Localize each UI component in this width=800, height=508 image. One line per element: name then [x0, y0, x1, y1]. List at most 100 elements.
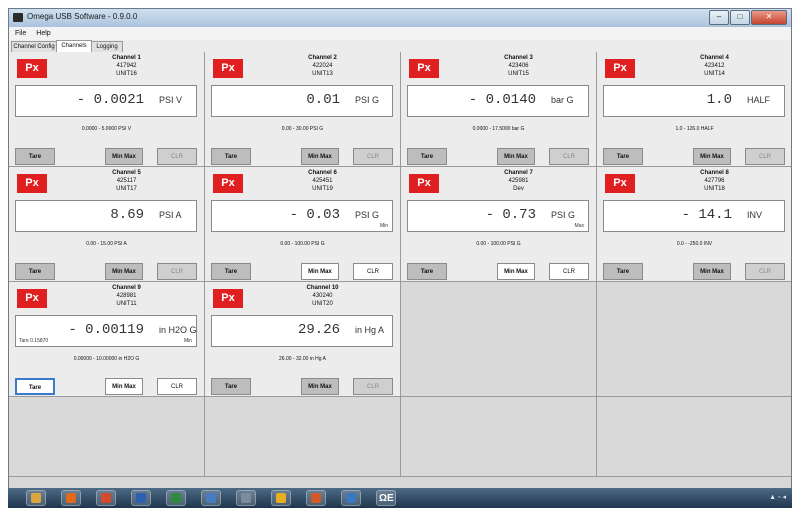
min-max-button[interactable]: Min Max: [497, 263, 535, 280]
media-player-icon[interactable]: [61, 490, 81, 506]
tare-button[interactable]: Tare: [15, 148, 55, 165]
reading-value: 0.01: [306, 92, 340, 108]
network-icon[interactable]: [201, 490, 221, 506]
tare-button[interactable]: Tare: [407, 148, 447, 165]
min-max-button[interactable]: Min Max: [301, 263, 339, 280]
monitor-glyph: [346, 493, 356, 503]
excel-icon[interactable]: [166, 490, 186, 506]
clr-button[interactable]: CLR: [745, 148, 785, 165]
app-icon: [13, 13, 23, 22]
clr-button[interactable]: CLR: [549, 148, 589, 165]
channel-unit-id: UNIT18: [704, 186, 725, 192]
reading-unit: in H2O G: [159, 325, 197, 335]
channel-serial: 425451: [312, 178, 333, 184]
channel-serial: 430240: [312, 293, 333, 299]
min-max-button[interactable]: Min Max: [301, 148, 339, 165]
menu-file[interactable]: File: [15, 27, 26, 40]
channel-serial: 417942: [116, 63, 137, 69]
channel-panel: Px Channel 7 425981 Dev - 0.73 PSI G Max 0.00 -…: [401, 167, 597, 282]
channel-title: Channel 3: [504, 55, 533, 61]
reading-unit: PSI V: [159, 95, 183, 105]
clr-button[interactable]: CLR: [549, 263, 589, 280]
reading-display: - 0.0140 bar G: [407, 85, 589, 117]
tare-button[interactable]: Tare: [603, 148, 643, 165]
min-max-button[interactable]: Min Max: [693, 148, 731, 165]
reading-value: - 14.1: [681, 207, 732, 223]
title-bar[interactable]: Omega USB Software - 0.9.0.0 – □ ✕: [9, 9, 791, 27]
min-max-button[interactable]: Min Max: [105, 148, 143, 165]
word-icon[interactable]: [131, 490, 151, 506]
clr-button[interactable]: CLR: [157, 378, 197, 395]
channel-serial: 425981: [508, 178, 529, 184]
channel-range: 26.00 - 32.00 in Hg A: [279, 356, 326, 362]
channel-panel: Px Channel 5 425117 UNIT17 8.69 PSI A 0.00 - 1…: [9, 167, 205, 282]
tab-logging[interactable]: Logging: [91, 41, 123, 52]
tab-channel-config[interactable]: Channel Config: [11, 41, 57, 52]
channel-header: Channel 6 425451 UNIT19: [245, 169, 400, 193]
channel-unit-id: UNIT19: [312, 186, 333, 192]
channel-title: Channel 1: [112, 55, 141, 61]
empty-channel-slot: [401, 397, 597, 477]
tare-button[interactable]: Tare: [211, 148, 251, 165]
channel-header: Channel 2 422024 UNIT13: [245, 54, 400, 78]
chrome-glyph: [101, 493, 111, 503]
tare-button[interactable]: Tare: [407, 263, 447, 280]
channel-header: Channel 5 425117 UNIT17: [49, 169, 204, 193]
channel-title: Channel 5: [112, 170, 141, 176]
paint-icon[interactable]: [271, 490, 291, 506]
maximize-button[interactable]: □: [730, 10, 750, 25]
reading-value: 1.0: [706, 92, 732, 108]
clr-button[interactable]: CLR: [157, 263, 197, 280]
channel-range: 0.0000 - 17.5000 bar G: [472, 126, 525, 132]
min-max-button[interactable]: Min Max: [105, 263, 143, 280]
window-title: Omega USB Software - 0.9.0.0: [27, 12, 138, 21]
disk-icon[interactable]: [236, 490, 256, 506]
clr-button[interactable]: CLR: [157, 148, 197, 165]
clr-button[interactable]: CLR: [353, 148, 393, 165]
minmax-flag: Min: [183, 338, 192, 344]
window-controls: – □ ✕: [709, 10, 787, 25]
excel-glyph: [171, 493, 181, 503]
channel-serial: 425117: [116, 178, 137, 184]
min-max-button[interactable]: Min Max: [301, 378, 339, 395]
media-player-glyph: [66, 493, 76, 503]
chrome-icon[interactable]: [96, 490, 116, 506]
menu-help[interactable]: Help: [36, 27, 50, 40]
minimize-button[interactable]: –: [709, 10, 729, 25]
channel-title: Channel 2: [308, 55, 337, 61]
reading-unit: HALF: [747, 95, 771, 105]
folder-icon[interactable]: [26, 490, 46, 506]
reading-unit: bar G: [551, 95, 574, 105]
monitor-icon[interactable]: [341, 490, 361, 506]
tare-button[interactable]: Tare: [603, 263, 643, 280]
channel-serial: 422024: [312, 63, 333, 69]
min-max-button[interactable]: Min Max: [105, 378, 143, 395]
tare-button[interactable]: Tare: [15, 378, 55, 395]
channel-range: 0.0000 - 5.0000 PSI V: [81, 126, 132, 132]
omega-icon[interactable]: ΩE: [376, 490, 396, 506]
clr-button[interactable]: CLR: [353, 263, 393, 280]
close-button[interactable]: ✕: [751, 10, 787, 25]
reading-display: 1.0 HALF: [603, 85, 785, 117]
channel-header: Channel 3 423406 UNIT15: [441, 54, 596, 78]
channel-range: 0.0 - -250.0 INV: [676, 241, 713, 247]
reading-value: - 0.0021: [76, 92, 144, 108]
channel-range: 1.0 - 126.0 HALF: [675, 126, 714, 132]
clr-button[interactable]: CLR: [353, 378, 393, 395]
channel-panel: Px Channel 8 427796 UNIT18 - 14.1 INV 0.0 - -2…: [597, 167, 791, 282]
min-max-button[interactable]: Min Max: [497, 148, 535, 165]
min-max-button[interactable]: Min Max: [693, 263, 731, 280]
tare-button[interactable]: Tare: [15, 263, 55, 280]
tare-button[interactable]: Tare: [211, 378, 251, 395]
channel-grid: Px Channel 1 417942 UNIT16 - 0.0021 PSI V 0.00…: [9, 52, 791, 477]
px-logo: Px: [17, 174, 47, 193]
channel-panel: Px Channel 6 425451 UNIT19 - 0.03 PSI G Min 0.0…: [205, 167, 401, 282]
clr-button[interactable]: CLR: [745, 263, 785, 280]
channel-unit-id: UNIT14: [704, 71, 725, 77]
powerpoint-icon[interactable]: [306, 490, 326, 506]
tare-button[interactable]: Tare: [211, 263, 251, 280]
menu-bar: File Help: [9, 27, 791, 40]
empty-channel-slot: [205, 397, 401, 477]
reading-display: - 0.03 PSI G Min: [211, 200, 393, 232]
channel-range: 0.00 - 15.00 PSI A: [86, 241, 127, 247]
